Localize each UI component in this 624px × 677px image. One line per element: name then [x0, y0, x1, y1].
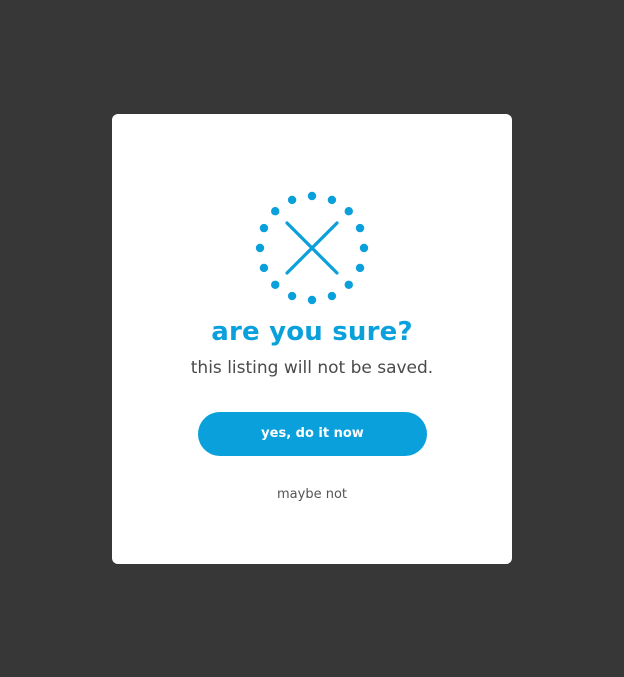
icon-dot [307, 191, 317, 201]
icon-dot [327, 291, 337, 301]
confirm-button[interactable]: yes, do it now [198, 412, 427, 456]
confirm-dialog: are you sure? this listing will not be s… [112, 114, 512, 564]
dialog-title: are you sure? [211, 317, 413, 347]
cancel-link[interactable]: maybe not [112, 486, 512, 504]
icon-dot [259, 223, 269, 233]
icon-dot [287, 195, 297, 205]
icon-dot [255, 243, 265, 253]
icon-dot [271, 207, 280, 216]
dotted-circle-x-icon [254, 190, 370, 306]
icon-dot [271, 280, 280, 289]
icon-dot [287, 291, 297, 301]
icon-dot [344, 207, 353, 216]
icon-dot [344, 280, 353, 289]
icon-dot [355, 223, 365, 233]
dialog-message: this listing will not be saved. [190, 358, 434, 378]
icon-dot [327, 195, 337, 205]
icon-dot [307, 295, 317, 305]
icon-dot [359, 243, 369, 253]
icon-dot [259, 263, 269, 273]
icon-dot [355, 263, 365, 273]
